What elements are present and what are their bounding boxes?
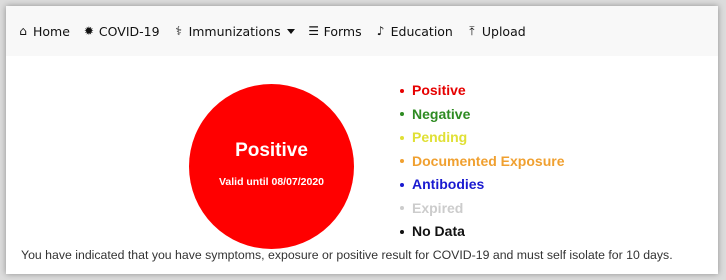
legend-label: Documented Exposure	[412, 152, 565, 169]
bullet-icon	[400, 159, 404, 164]
app-window: ⌂ Home ✹ COVID-19 ⚕ Immunizations ☰ Form…	[6, 6, 718, 274]
virus-icon: ✹	[83, 24, 94, 38]
top-navbar: ⌂ Home ✹ COVID-19 ⚕ Immunizations ☰ Form…	[6, 6, 718, 56]
nav-covid19[interactable]: ✹ COVID-19	[82, 24, 160, 39]
legend-label: Pending	[412, 129, 468, 145]
bullet-icon	[400, 88, 404, 93]
bullet-icon	[400, 206, 404, 211]
legend-label: Expired	[412, 199, 464, 216]
legend-item-documented-exposure: Documented Exposure	[400, 150, 564, 174]
status-valid-until: Valid until 08/07/2020	[218, 175, 325, 188]
legend-item-antibodies: Antibodies	[400, 173, 564, 197]
list-icon: ☰	[308, 24, 319, 38]
nav-immunizations-label: Immunizations	[188, 23, 281, 39]
bullet-icon	[400, 182, 404, 187]
nav-education-label: Education	[390, 23, 453, 39]
bell-icon: ♪	[376, 24, 385, 38]
chevron-down-icon	[286, 28, 295, 34]
nav-forms-label: Forms	[323, 23, 362, 39]
legend-label: Negative	[412, 105, 471, 122]
home-icon: ⌂	[19, 24, 27, 38]
isolation-notice: You have indicated that you have symptom…	[21, 248, 673, 262]
nav-covid19-label: COVID-19	[98, 23, 160, 39]
stethoscope-icon: ⚕	[175, 24, 182, 38]
nav-home[interactable]: ⌂ Home	[16, 24, 70, 39]
nav-education[interactable]: ♪ Education	[374, 24, 453, 39]
status-title: Positive	[235, 139, 308, 161]
legend-item-negative: Negative	[400, 103, 564, 127]
nav-immunizations-dropdown[interactable]: ⚕ Immunizations	[172, 24, 295, 39]
bullet-icon	[400, 135, 404, 140]
legend-label: No Data	[412, 223, 465, 239]
nav-forms[interactable]: ☰ Forms	[307, 23, 362, 39]
status-indicator-circle: Positive Valid until 08/07/2020	[189, 84, 354, 249]
nav-upload-label: Upload	[481, 23, 526, 39]
legend-item-pending: Pending	[400, 126, 564, 150]
status-legend: Positive Negative Pending Documented Exp…	[400, 79, 564, 244]
nav-upload[interactable]: ⤒ Upload	[465, 23, 526, 39]
legend-label: Positive	[412, 82, 466, 98]
legend-item-expired: Expired	[400, 197, 564, 221]
legend-label: Antibodies	[412, 176, 485, 192]
upload-icon: ⤒	[469, 23, 475, 38]
legend-item-positive: Positive	[400, 79, 564, 103]
nav-home-label: Home	[33, 23, 70, 39]
bullet-icon	[400, 229, 404, 234]
bullet-icon	[400, 112, 404, 117]
legend-item-no-data: No Data	[400, 220, 564, 244]
